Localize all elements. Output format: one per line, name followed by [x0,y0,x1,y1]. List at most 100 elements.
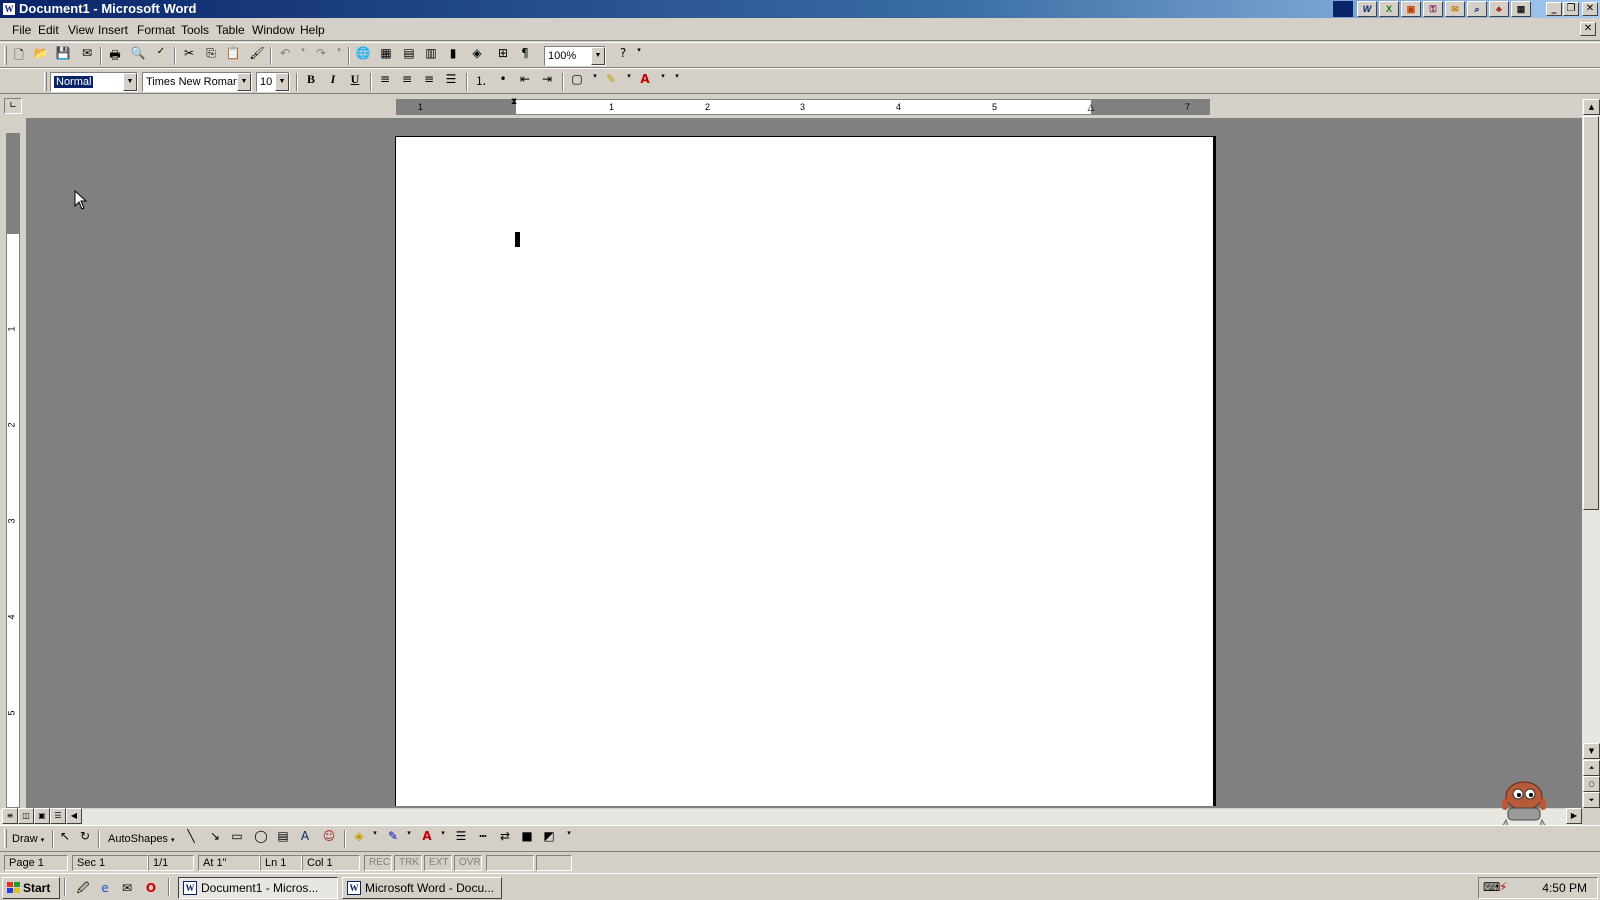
status-ovr[interactable]: OVR [454,855,482,871]
paste-icon[interactable]: 📋 [222,46,244,66]
status-page[interactable]: Page 1 [4,855,68,871]
text-box-icon[interactable]: ▤ [272,829,294,849]
print-layout-view-icon[interactable]: ▣ [34,808,50,824]
scroll-up-icon[interactable]: ▲ [1583,99,1600,115]
close-button[interactable]: ✕ [1582,2,1598,16]
numbering-icon[interactable]: ⒈ [470,72,492,92]
word-icon[interactable]: W [1357,1,1377,17]
arrow-style-icon[interactable]: ⇄ [494,829,516,849]
decrease-indent-icon[interactable]: ⇤ [514,72,536,92]
show-desktop-icon[interactable]: 🖉 [74,879,92,897]
tab-selector-icon[interactable]: ∟ [4,98,22,114]
toolbar-handle[interactable] [4,46,7,65]
copy-icon[interactable]: ⎘ [200,46,222,66]
document-close-button[interactable]: ✕ [1580,22,1596,36]
vertical-scroll-thumb[interactable] [1583,116,1599,510]
show-hide-pilcrow-icon[interactable]: ¶ [514,46,536,66]
columns-icon[interactable]: ▮ [442,46,464,66]
scroll-down-icon[interactable]: ▼ [1583,743,1600,759]
email-icon[interactable]: ✉ [76,46,98,66]
opera-icon[interactable]: O [142,879,160,897]
select-objects-icon[interactable]: ↖ [54,829,76,849]
line-style-icon[interactable]: ☰ [450,829,472,849]
print-icon[interactable]: 🖶 [104,46,126,66]
shadow-icon[interactable]: ■ [516,829,538,849]
draw-menu-button[interactable]: Draw ▾ [12,833,44,845]
underline-button[interactable]: U [344,72,366,92]
status-language[interactable] [486,855,534,871]
network-icon[interactable]: ⌨ [1483,880,1500,894]
outlook-icon[interactable]: ✉ [1445,1,1465,17]
tables-borders-icon[interactable]: ▦ [375,46,397,66]
clock[interactable]: 4:50 PM [1542,881,1587,895]
format-painter-icon[interactable]: 🖌 [246,46,268,66]
italic-button[interactable]: I [322,72,344,92]
task-document1[interactable]: W Document1 - Micros... [178,877,338,899]
menu-table[interactable]: Table [216,23,245,37]
spelling-icon[interactable]: ✓ [150,46,172,66]
chevron-down-icon[interactable]: ▼ [591,47,605,65]
status-rec[interactable]: REC [364,855,392,871]
binder-icon[interactable]: ⌕ [1467,1,1487,17]
align-center-icon[interactable]: ≡ [396,72,418,92]
toolbar-options-icon[interactable]: ▾ [666,72,688,92]
previous-page-icon[interactable]: ⏶ [1583,760,1600,776]
toolbar-options-icon[interactable]: ▾ [558,829,580,849]
zoom-select[interactable]: 100% ▼ [544,46,606,66]
vertical-ruler[interactable]: 1 2 3 4 5 [6,133,20,808]
menu-help[interactable]: Help [300,23,325,37]
menu-window[interactable]: Window [252,23,295,37]
scroll-right-icon[interactable]: ▶ [1566,808,1582,824]
normal-view-icon[interactable]: ≡ [2,808,18,824]
status-line[interactable]: Ln 1 [260,855,302,871]
right-indent-marker-icon[interactable]: △ [1086,103,1096,115]
line-icon[interactable]: ╲ [180,829,202,849]
clip-art-icon[interactable]: ☺ [318,829,340,849]
chevron-down-icon[interactable]: ▼ [123,73,137,91]
toolbar-handle[interactable] [4,829,7,848]
chevron-down-icon[interactable]: ▼ [275,73,289,91]
outlook-express-icon[interactable]: ✉ [118,879,136,897]
web-layout-view-icon[interactable]: ◫ [18,808,34,824]
antivirus-icon[interactable]: ⚡ [1499,880,1507,894]
bullets-icon[interactable]: • [492,72,514,92]
status-trk[interactable]: TRK [394,855,422,871]
new-document-icon[interactable]: 🗋 [8,46,30,66]
style-select[interactable]: Normal ▼ [50,72,138,92]
wordart-icon[interactable]: A [294,829,316,849]
insert-excel-icon[interactable]: ▥ [420,46,442,66]
task-word-document[interactable]: W Microsoft Word - Docu... [342,877,502,899]
save-icon[interactable]: 💾 [52,46,74,66]
status-section[interactable]: Sec 1 [72,855,148,871]
menu-edit[interactable]: Edit [38,23,59,37]
horizontal-scrollbar[interactable] [0,808,1582,825]
menu-format[interactable]: Format [137,23,175,37]
outline-view-icon[interactable]: ☰ [50,808,66,824]
powerpoint-icon[interactable]: ▣ [1401,1,1421,17]
menu-tools[interactable]: Tools [181,23,209,37]
chevron-down-icon[interactable]: ▼ [237,73,251,91]
office-icon[interactable]: ▦ [1511,1,1531,17]
word-app-icon[interactable]: W [2,2,16,16]
toolbar-handle[interactable] [44,72,47,91]
menu-insert[interactable]: Insert [98,23,128,37]
scroll-left-icon[interactable]: ◀ [66,808,82,824]
insert-table-icon[interactable]: ▤ [398,46,420,66]
internet-explorer-icon[interactable]: e [96,879,114,897]
font-size-select[interactable]: 10 ▼ [256,72,290,92]
arrow-icon[interactable]: ↘ [204,829,226,849]
bold-button[interactable]: B [300,72,322,92]
rectangle-icon[interactable]: ▭ [226,829,248,849]
3d-icon[interactable]: ◩ [538,829,560,849]
restore-button[interactable]: ❐ [1563,2,1579,16]
drawing-icon[interactable]: ◈ [466,46,488,66]
align-left-icon[interactable]: ≡ [374,72,396,92]
access-icon[interactable]: ⚿ [1423,1,1443,17]
menu-view[interactable]: View [68,23,94,37]
free-rotate-icon[interactable]: ↻ [74,829,96,849]
insert-hyperlink-icon[interactable]: 🌐 [352,46,374,66]
increase-indent-icon[interactable]: ⇥ [536,72,558,92]
horizontal-ruler[interactable]: 1 1 2 3 4 5 7 ⧗ △ [396,97,1210,115]
status-ext[interactable]: EXT [424,855,452,871]
minimize-button[interactable]: _ [1546,2,1562,16]
